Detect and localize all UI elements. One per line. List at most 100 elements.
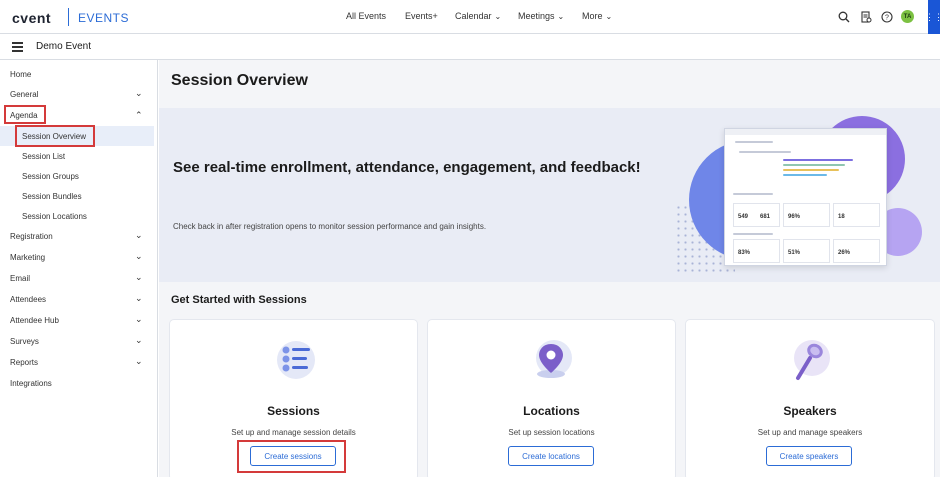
sidebar-item-session-bundles[interactable]: Session Bundles [0, 186, 158, 206]
sidebar-item-surveys[interactable]: Surveys ⌄ [0, 331, 158, 351]
chevron-down-icon: ⌄ [135, 314, 143, 324]
chevron-down-icon: ⌄ [135, 251, 143, 261]
mock-line [733, 233, 773, 235]
sidebar-item-label: Session Groups [22, 172, 79, 181]
mock-line [739, 151, 791, 153]
mock-stat-value: 51% [788, 250, 801, 256]
chevron-up-icon: ⌃ [135, 110, 143, 120]
sessions-card: Sessions Set up and manage session detai… [170, 320, 417, 477]
document-icon[interactable] [858, 9, 874, 25]
nav-label: More [582, 11, 603, 21]
mock-stat-card: 26% [833, 239, 880, 263]
mock-stat-value: 96% [788, 214, 801, 220]
mock-stat-card: 83% [733, 239, 780, 263]
location-pin-icon [530, 338, 574, 382]
nav-meetings[interactable]: Meetings ⌄ [518, 11, 564, 21]
section-title: Get Started with Sessions [171, 294, 307, 306]
sidebar-item-label: Reports [10, 358, 39, 367]
event-name: Demo Event [36, 41, 92, 52]
mock-bar [783, 169, 839, 171]
mock-stat-value: 26% [838, 250, 851, 256]
card-description: Set up and manage speakers [757, 428, 863, 437]
event-bar: Demo Event [0, 34, 940, 60]
chevron-down-icon: ⌄ [557, 11, 565, 21]
mock-stat-card: 96% [783, 203, 830, 227]
sidebar-item-home[interactable]: Home [0, 64, 158, 84]
sidebar-item-label: Session List [22, 152, 66, 161]
chevron-down-icon: ⌄ [135, 272, 143, 282]
card-description: Set up session locations [508, 428, 595, 437]
card-description: Set up and manage session details [231, 428, 356, 437]
mock-stat-value: 18 [838, 214, 845, 220]
sidebar-item-attendees[interactable]: Attendees ⌄ [0, 289, 158, 309]
svg-text:?: ? [885, 15, 889, 22]
mock-stat-value: 549 [738, 214, 749, 220]
mock-bar [783, 174, 827, 176]
nav-label: Calendar [455, 11, 492, 21]
card-title: Locations [523, 404, 580, 418]
chevron-down-icon: ⌄ [135, 335, 143, 345]
sidebar-item-agenda[interactable]: Agenda ⌃ [0, 105, 158, 125]
mock-header [725, 129, 886, 135]
sidebar-item-label: General [10, 90, 39, 99]
sidebar-item-general[interactable]: General ⌄ [0, 84, 158, 104]
sidebar-item-attendee-hub[interactable]: Attendee Hub ⌄ [0, 310, 158, 330]
card-title: Speakers [783, 404, 837, 418]
sidebar-item-label: Integrations [10, 379, 52, 388]
sidebar-item-integrations[interactable]: Integrations [0, 373, 158, 393]
apps-grid-icon[interactable]: ⋮⋮ [925, 0, 940, 34]
chevron-down-icon: ⌄ [135, 293, 143, 303]
sidebar-item-label: Registration [10, 232, 53, 241]
locations-card: Locations Set up session locations Creat… [428, 320, 675, 477]
search-icon[interactable] [836, 9, 852, 25]
main-content: Session Overview See real-time enrollmen… [159, 60, 940, 477]
mock-stat-card: 51% [783, 239, 830, 263]
sidebar-item-reports[interactable]: Reports ⌄ [0, 352, 158, 372]
create-locations-button[interactable]: Create locations [508, 446, 594, 466]
sidebar-item-label: Session Bundles [22, 192, 82, 201]
mock-stat-card: 549 681 [733, 203, 780, 227]
nav-calendar[interactable]: Calendar ⌄ [455, 11, 501, 21]
hero-banner: See real-time enrollment, attendance, en… [159, 108, 940, 282]
sidebar-item-session-groups[interactable]: Session Groups [0, 166, 158, 186]
sidebar: Home General ⌄ Agenda ⌃ Session Overview… [0, 60, 158, 477]
cvent-logo[interactable]: cvent [12, 10, 51, 26]
product-name[interactable]: EVENTS [78, 11, 129, 25]
nav-label: Events+ [405, 11, 438, 21]
chevron-down-icon: ⌄ [135, 356, 143, 366]
card-title: Sessions [267, 404, 320, 418]
microphone-icon [788, 338, 832, 382]
sidebar-item-label: Session Locations [22, 212, 87, 221]
mock-stat-card: 18 [833, 203, 880, 227]
sidebar-item-marketing[interactable]: Marketing ⌄ [0, 247, 158, 267]
avatar[interactable]: TA [901, 10, 914, 23]
create-sessions-button[interactable]: Create sessions [250, 446, 336, 466]
sidebar-item-label: Surveys [10, 337, 39, 346]
mock-stat-value: 83% [738, 250, 751, 256]
nav-label: All Events [346, 11, 387, 21]
speakers-card: Speakers Set up and manage speakers Crea… [686, 320, 934, 477]
hero-heading: See real-time enrollment, attendance, en… [173, 159, 641, 176]
mock-bar [783, 159, 853, 161]
sidebar-item-label: Attendee Hub [10, 316, 59, 325]
hamburger-menu-icon[interactable] [12, 42, 23, 52]
nav-events-plus[interactable]: Events+ [405, 11, 438, 21]
sidebar-item-label: Attendees [10, 295, 47, 304]
help-icon[interactable]: ? [879, 9, 895, 25]
nav-more[interactable]: More ⌄ [582, 11, 612, 21]
hero-subtext: Check back in after registration opens t… [173, 222, 487, 231]
chevron-down-icon: ⌄ [135, 88, 143, 98]
create-speakers-button[interactable]: Create speakers [766, 446, 852, 466]
sidebar-item-session-list[interactable]: Session List [0, 146, 158, 166]
nav-label: Meetings [518, 11, 555, 21]
chevron-down-icon: ⌄ [605, 11, 613, 21]
sidebar-item-registration[interactable]: Registration ⌄ [0, 226, 158, 246]
mock-line [735, 141, 773, 143]
nav-all-events[interactable]: All Events [346, 11, 386, 21]
sidebar-item-session-locations[interactable]: Session Locations [0, 206, 158, 226]
sidebar-item-label: Session Overview [22, 132, 87, 141]
sidebar-item-session-overview[interactable]: Session Overview [0, 126, 154, 146]
chevron-down-icon: ⌄ [494, 11, 502, 21]
sidebar-item-email[interactable]: Email ⌄ [0, 268, 158, 288]
logo-divider [68, 8, 69, 26]
